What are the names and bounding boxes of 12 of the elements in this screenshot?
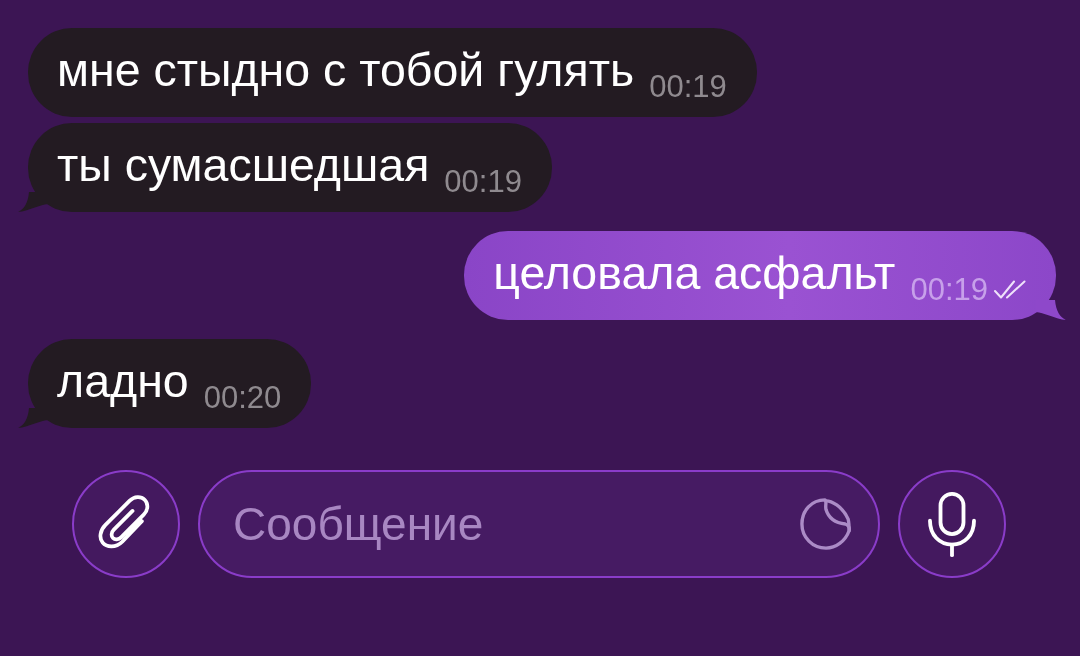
message-text: ты сумасшедшая — [57, 138, 430, 192]
message-field[interactable]: Сообщение — [198, 470, 880, 578]
message-time: 00:19 — [444, 165, 522, 199]
message-text: целовала асфальт — [493, 246, 896, 300]
message-text: ладно — [57, 354, 189, 408]
microphone-icon — [926, 490, 978, 558]
message-time: 00:19 — [910, 273, 988, 307]
message-time: 00:19 — [649, 70, 727, 104]
message-time: 00:20 — [203, 381, 282, 415]
message-input[interactable]: Сообщение — [233, 497, 788, 551]
message-text: мне стыдно с тобой гулять — [57, 43, 635, 97]
sticker-icon[interactable] — [800, 498, 852, 550]
